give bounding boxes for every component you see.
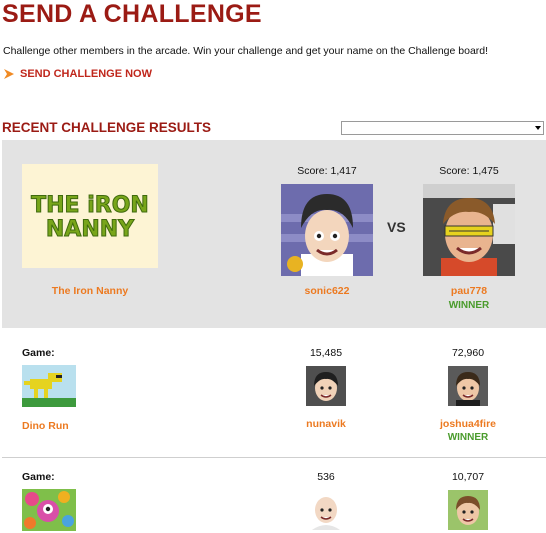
winner-badge: WINNER [447, 432, 489, 443]
game-thumbnail[interactable] [22, 365, 76, 407]
player2-name[interactable]: pau778 [422, 285, 516, 297]
player1-score: 15,485 [309, 347, 343, 359]
player1-score: Score: 1,417 [297, 165, 357, 177]
player1-avatar[interactable] [281, 184, 373, 276]
row-divider [2, 457, 546, 458]
player2-avatar[interactable] [423, 184, 515, 276]
game-logo-line2: NANNY [46, 217, 135, 242]
player1-name[interactable]: sonic622 [280, 285, 374, 297]
results-heading: RECENT CHALLENGE RESULTS [2, 120, 212, 135]
send-challenge-label: SEND CHALLENGE NOW [20, 68, 152, 80]
player2-avatar[interactable] [448, 490, 488, 530]
featured-game-thumbnail[interactable]: THE iRON NANNY [22, 164, 158, 268]
intro-text: Challenge other members in the arcade. W… [3, 45, 489, 57]
game-name[interactable]: Dino Run [22, 420, 69, 432]
winner-badge: WINNER [448, 300, 490, 311]
player1-avatar[interactable] [306, 366, 346, 406]
player1-avatar[interactable] [306, 490, 346, 530]
game-logo-line1: THE iRON [31, 193, 149, 218]
featured-challenge: THE iRON NANNY The Iron Nanny Score: 1,4… [2, 140, 546, 328]
page-title: SEND A CHALLENGE [2, 0, 262, 28]
player1-score: 536 [317, 471, 335, 483]
player2-score: 72,960 [451, 347, 485, 359]
versus-label: VS [387, 219, 406, 235]
player2-score: Score: 1,475 [439, 165, 499, 177]
arrow-right-icon [4, 69, 14, 79]
game-thumbnail[interactable] [22, 489, 76, 531]
game-logo-image: THE iRON NANNY [31, 193, 150, 243]
player2-score: 10,707 [451, 471, 485, 483]
player2-name[interactable]: joshua4fire [418, 418, 518, 430]
player1-name[interactable]: nunavik [286, 418, 366, 430]
featured-game-name[interactable]: The Iron Nanny [22, 285, 158, 297]
game-label: Game: [22, 347, 55, 359]
game-label: Game: [22, 471, 55, 483]
player2-avatar[interactable] [448, 366, 488, 406]
results-filter-select[interactable] [341, 121, 544, 135]
send-challenge-link[interactable]: SEND CHALLENGE NOW [3, 68, 152, 80]
chevron-down-icon [535, 126, 541, 130]
